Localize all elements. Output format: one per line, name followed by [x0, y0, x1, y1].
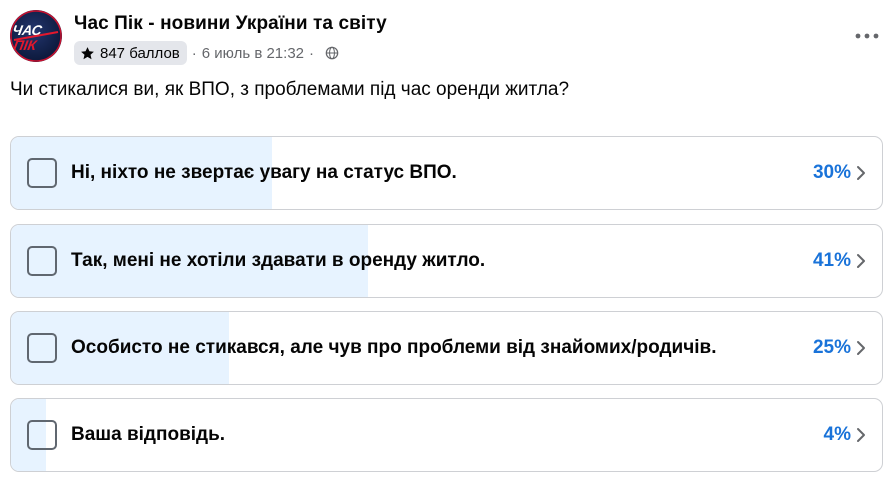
points-label: 847 баллов [100, 44, 180, 62]
poll-option-3-checkbox[interactable] [27, 420, 57, 450]
poll-option-2-label: Особисто не стикався, але чув про пробле… [71, 337, 717, 358]
poll-option-0-label: Ні, ніхто не звертає увагу на статус ВПО… [71, 162, 457, 183]
page-name-link[interactable]: Час Пік - новини України та світу [74, 13, 387, 35]
poll-option-1-percent[interactable]: 41% [813, 250, 851, 272]
post-meta: 847 баллов · 6 июль в 21:32 · [74, 41, 339, 65]
meta-separator-2: · [309, 44, 314, 62]
poll-option-1-label: Так, мені не хотіли здавати в оренду жит… [71, 250, 486, 271]
points-badge[interactable]: 847 баллов [74, 41, 187, 65]
poll-option-3-label: Ваша відповідь. [71, 424, 226, 445]
poll-option-1-checkbox[interactable] [27, 246, 57, 276]
page-avatar[interactable]: ЧАС ПІК [10, 10, 62, 62]
poll-question: Чи стикалися ви, як ВПО, з проблемами пі… [10, 79, 570, 100]
chevron-right-icon[interactable] [856, 427, 866, 443]
star-icon [81, 46, 94, 59]
chevron-right-icon[interactable] [856, 165, 866, 181]
poll-option-3-percent[interactable]: 4% [824, 424, 851, 446]
globe-icon[interactable] [325, 46, 339, 60]
poll-option-0[interactable]: Ні, ніхто не звертає увагу на статус ВПО… [10, 136, 883, 210]
more-horizontal-icon [855, 33, 879, 39]
poll-option-3[interactable]: Ваша відповідь. 4% [10, 398, 883, 472]
poll-option-1[interactable]: Так, мені не хотіли здавати в оренду жит… [10, 224, 883, 298]
poll-option-2-percent[interactable]: 25% [813, 337, 851, 359]
poll-option-2-checkbox[interactable] [27, 333, 57, 363]
chevron-right-icon[interactable] [856, 340, 866, 356]
page-logo: ЧАС ПІК [10, 10, 62, 62]
post-date-link[interactable]: 6 июль в 21:32 [202, 45, 304, 62]
poll-option-2[interactable]: Особисто не стикався, але чув про пробле… [10, 311, 883, 385]
chevron-right-icon[interactable] [856, 253, 866, 269]
poll-option-0-percent[interactable]: 30% [813, 162, 851, 184]
meta-separator: · [191, 44, 197, 62]
post-header: ЧАС ПІК Час Пік - новини України та світ… [10, 8, 884, 66]
poll-option-0-checkbox[interactable] [27, 158, 57, 188]
more-options-button[interactable] [854, 26, 880, 46]
